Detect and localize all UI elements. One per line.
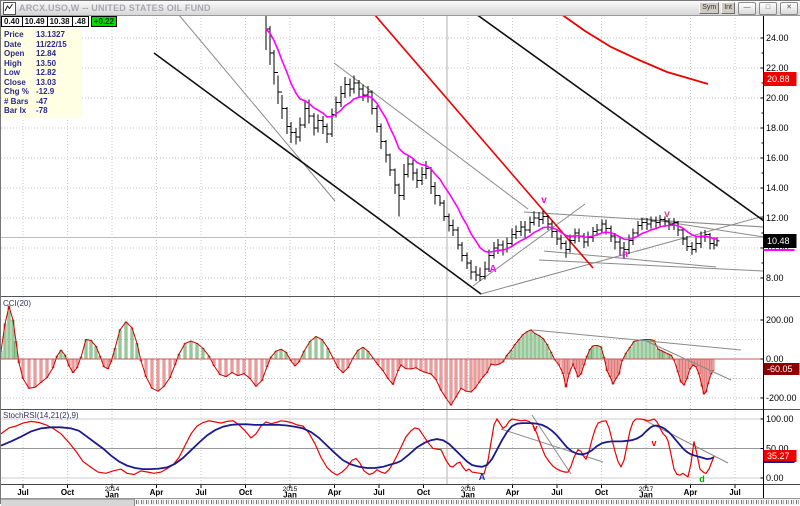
info-label: Bar Ix bbox=[4, 106, 27, 115]
quote-row: 0.40 10.49 10.38.48 +0.22 bbox=[1, 16, 118, 27]
info-value: 13.1327 bbox=[36, 30, 65, 39]
int-button[interactable]: Int bbox=[721, 2, 735, 14]
info-label: Low bbox=[4, 68, 20, 77]
window-title: ARCX.USO,W -- UNITED STATES OIL FUND bbox=[19, 3, 211, 13]
bottom-scroll-strip[interactable] bbox=[1, 499, 800, 506]
quote-cell: 0.40 bbox=[1, 16, 23, 27]
svg-text:22.00: 22.00 bbox=[766, 63, 789, 73]
info-value: 12.82 bbox=[36, 68, 57, 77]
svg-text:Jul: Jul bbox=[17, 488, 29, 497]
info-value: 13.03 bbox=[36, 77, 57, 87]
info-value: 13.50 bbox=[36, 58, 57, 68]
info-row: Bar Ix -78 bbox=[4, 106, 82, 116]
svg-text:35.27: 35.27 bbox=[767, 451, 790, 461]
info-value: 11/22/15 bbox=[36, 39, 67, 49]
quote-change: +0.22 bbox=[90, 16, 118, 27]
info-row: Chg % -12.9 bbox=[4, 87, 82, 97]
info-label: Date bbox=[4, 39, 22, 49]
info-row: High 13.50 bbox=[4, 59, 82, 69]
svg-text:A: A bbox=[489, 264, 496, 275]
svg-text:v: v bbox=[541, 195, 547, 206]
info-label: Open bbox=[4, 49, 25, 58]
ma-axis-marker bbox=[763, 249, 795, 251]
svg-text:Oct: Oct bbox=[61, 488, 75, 497]
svg-text:v: v bbox=[664, 209, 670, 220]
svg-text:A: A bbox=[479, 472, 486, 482]
app-icon bbox=[3, 1, 16, 15]
info-panel: Price 13.1327 Date 11/22/15 Open 12.84 High 13.… bbox=[2, 29, 82, 118]
chart-canvas[interactable]: v An v CCI(20) v v A d StochRSI(14,21(2),9) 24.00… bbox=[1, 1, 800, 505]
info-value: -12.9 bbox=[36, 87, 55, 96]
window-titlebar[interactable]: ARCX.USO,W -- UNITED STATES OIL FUND Sym… bbox=[1, 1, 800, 16]
svg-text:Apr: Apr bbox=[684, 488, 698, 497]
info-label: Chg % bbox=[4, 87, 29, 96]
svg-text:Apr: Apr bbox=[328, 488, 342, 497]
info-row: Close 13.03 bbox=[4, 78, 82, 88]
svg-text:8.00: 8.00 bbox=[766, 273, 784, 283]
close-button[interactable]: ✕ bbox=[780, 1, 798, 15]
svg-text:-60.05: -60.05 bbox=[767, 364, 793, 374]
info-value: -78 bbox=[36, 106, 48, 115]
svg-text:Jul: Jul bbox=[551, 488, 563, 497]
svg-text:20.88: 20.88 bbox=[767, 74, 790, 84]
info-value: 12.84 bbox=[36, 49, 57, 58]
minimize-button[interactable]: — bbox=[738, 1, 756, 15]
svg-text:0.00: 0.00 bbox=[766, 473, 784, 483]
svg-text:0.00: 0.00 bbox=[766, 354, 784, 364]
svg-text:200.00: 200.00 bbox=[766, 315, 794, 325]
svg-text:Jul: Jul bbox=[373, 488, 385, 497]
svg-text:d: d bbox=[699, 474, 705, 484]
quote-cell: 10.38 bbox=[46, 16, 73, 27]
info-label: Close bbox=[4, 77, 26, 87]
svg-text:20.00: 20.00 bbox=[766, 93, 789, 103]
svg-text:v: v bbox=[532, 423, 537, 433]
svg-text:10.48: 10.48 bbox=[767, 236, 790, 246]
svg-text:Jul: Jul bbox=[729, 488, 741, 497]
info-row: # Bars -47 bbox=[4, 97, 82, 107]
svg-text:100.00: 100.00 bbox=[766, 414, 794, 424]
svg-text:n: n bbox=[622, 249, 628, 260]
svg-text:Apr: Apr bbox=[506, 488, 520, 497]
svg-text:StochRSI(14,21(2),9): StochRSI(14,21(2),9) bbox=[3, 411, 79, 420]
info-row: Open 12.84 bbox=[4, 49, 82, 59]
svg-text:24.00: 24.00 bbox=[766, 33, 789, 43]
maximize-button[interactable]: □ bbox=[759, 1, 777, 15]
scrollbar-thumb[interactable] bbox=[1, 499, 135, 506]
svg-text:CCI(20): CCI(20) bbox=[3, 299, 31, 308]
svg-text:Apr: Apr bbox=[150, 488, 164, 497]
svg-text:Jul: Jul bbox=[195, 488, 207, 497]
svg-text:18.00: 18.00 bbox=[766, 123, 789, 133]
svg-text:Oct: Oct bbox=[239, 488, 253, 497]
svg-text:16.00: 16.00 bbox=[766, 153, 789, 163]
sym-button[interactable]: Sym bbox=[699, 2, 720, 14]
info-label: # Bars bbox=[4, 96, 29, 106]
info-row: Date 11/22/15 bbox=[4, 40, 82, 50]
info-row: Low 12.82 bbox=[4, 68, 82, 78]
info-label: Price bbox=[4, 30, 24, 39]
date-tick-strip bbox=[136, 500, 800, 504]
quote-cell: 10.49 bbox=[21, 16, 48, 27]
qcharts-window: { "window": { "title": "ARCX.USO,W -- UN… bbox=[0, 0, 800, 506]
svg-text:12.00: 12.00 bbox=[766, 213, 789, 223]
info-row: Price 13.1327 bbox=[4, 30, 82, 40]
svg-text:Oct: Oct bbox=[417, 488, 431, 497]
svg-text:-200.00: -200.00 bbox=[766, 393, 797, 403]
info-value: -47 bbox=[36, 96, 48, 106]
svg-text:14.00: 14.00 bbox=[766, 183, 789, 193]
slow-axis-marker bbox=[763, 461, 795, 463]
svg-text:v: v bbox=[651, 438, 656, 448]
svg-text:Oct: Oct bbox=[595, 488, 609, 497]
info-label: High bbox=[4, 58, 22, 68]
quote-cell: .48 bbox=[71, 16, 89, 27]
